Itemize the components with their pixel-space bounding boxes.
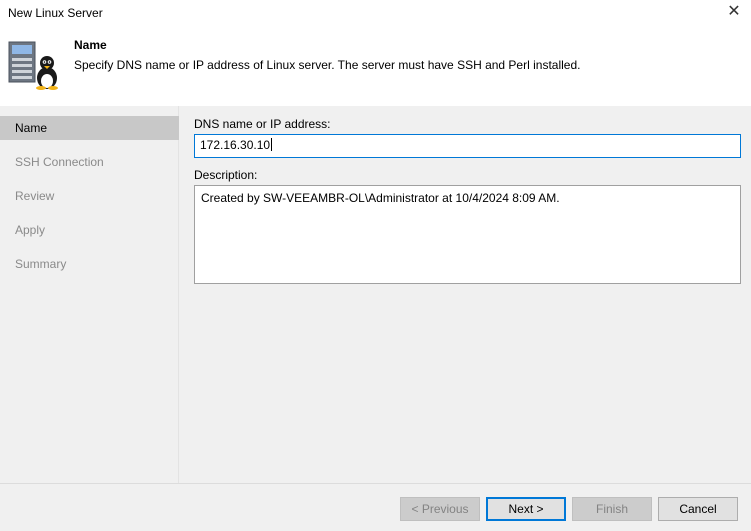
page-description: Specify DNS name or IP address of Linux … — [74, 58, 581, 72]
window-title: New Linux Server — [8, 6, 103, 20]
dns-input[interactable]: 172.16.30.10 — [194, 134, 741, 158]
step-ssh-connection[interactable]: SSH Connection — [0, 150, 179, 174]
wizard-header: Name Specify DNS name or IP address of L… — [0, 28, 751, 106]
description-value: Created by SW-VEEAMBR-OL\Administrator a… — [201, 191, 560, 205]
title-bar: New Linux Server ✕ — [0, 0, 751, 28]
page-title: Name — [74, 38, 107, 52]
description-label: Description: — [194, 168, 258, 182]
step-name[interactable]: Name — [0, 116, 179, 140]
step-apply[interactable]: Apply — [0, 218, 179, 242]
wizard-steps: Name SSH Connection Review Apply Summary — [0, 106, 179, 483]
cancel-button[interactable]: Cancel — [658, 497, 738, 521]
wizard-footer: < Previous Next > Finish Cancel — [0, 483, 751, 531]
next-button[interactable]: Next > — [486, 497, 566, 521]
text-caret — [271, 138, 273, 151]
linux-server-icon — [8, 41, 58, 90]
dns-label: DNS name or IP address: — [194, 117, 331, 131]
step-review[interactable]: Review — [0, 184, 179, 208]
finish-button[interactable]: Finish — [572, 497, 652, 521]
step-summary[interactable]: Summary — [0, 252, 179, 276]
wizard-content: DNS name or IP address: 172.16.30.10 Des… — [180, 106, 751, 483]
close-icon[interactable]: ✕ — [723, 2, 745, 24]
new-linux-server-dialog: New Linux Server ✕ Name Specify DNS name… — [0, 0, 751, 531]
previous-button[interactable]: < Previous — [400, 497, 480, 521]
description-textarea[interactable]: Created by SW-VEEAMBR-OL\Administrator a… — [194, 185, 741, 284]
dns-input-value: 172.16.30.10 — [200, 138, 271, 152]
